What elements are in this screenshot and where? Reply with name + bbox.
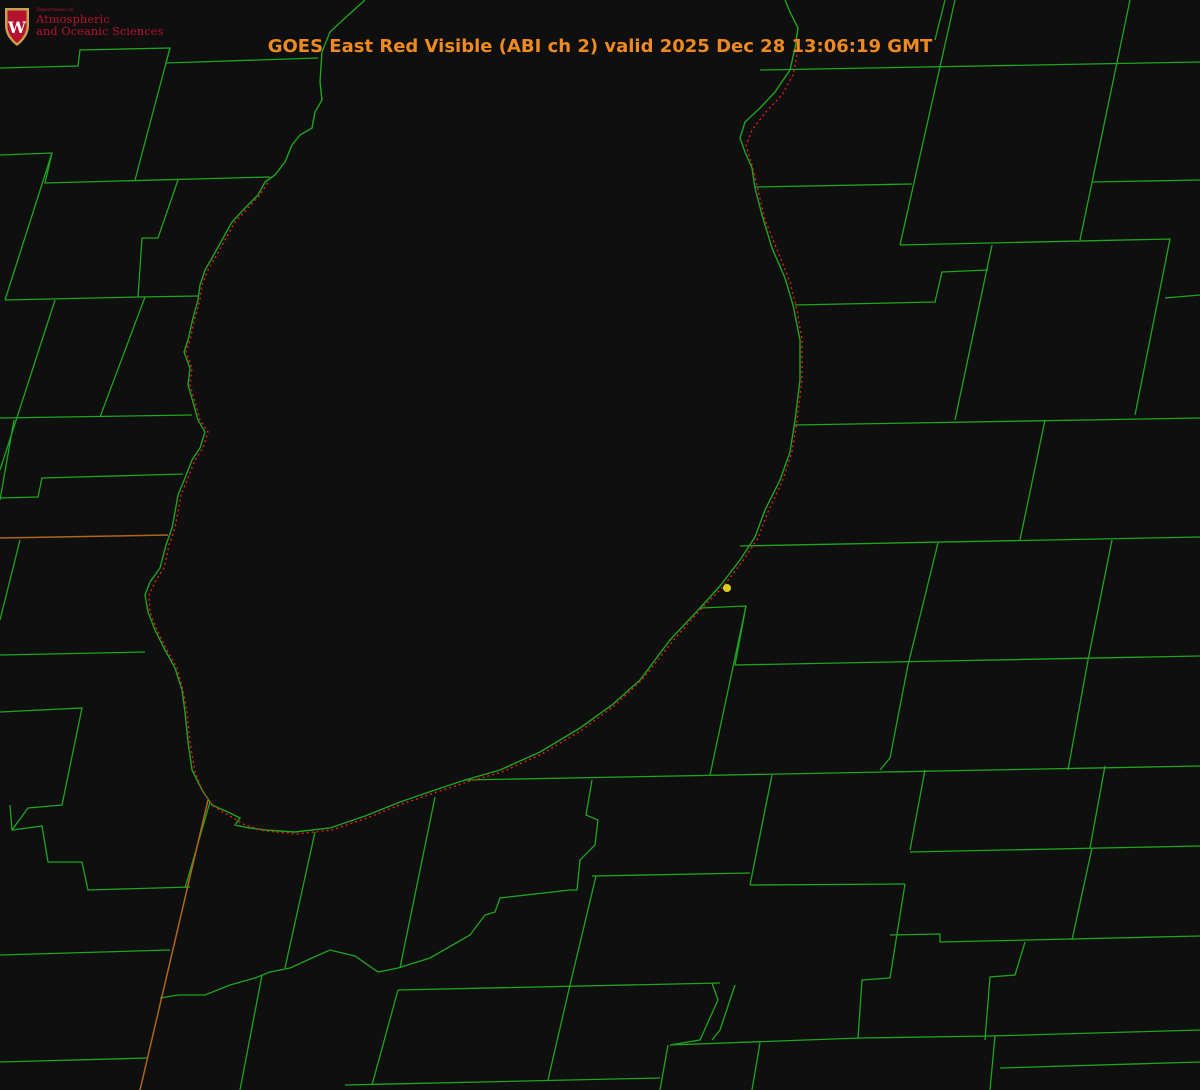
page-title: GOES East Red Visible (ABI ch 2) valid 2… [267, 36, 933, 57]
logo-wordmark: Department of Atmospheric and Oceanic Sc… [36, 8, 163, 37]
satellite-background [0, 0, 1200, 1090]
satellite-map [0, 0, 1200, 1090]
station-dot-icon [723, 584, 731, 592]
shield-letter: W [7, 18, 27, 37]
